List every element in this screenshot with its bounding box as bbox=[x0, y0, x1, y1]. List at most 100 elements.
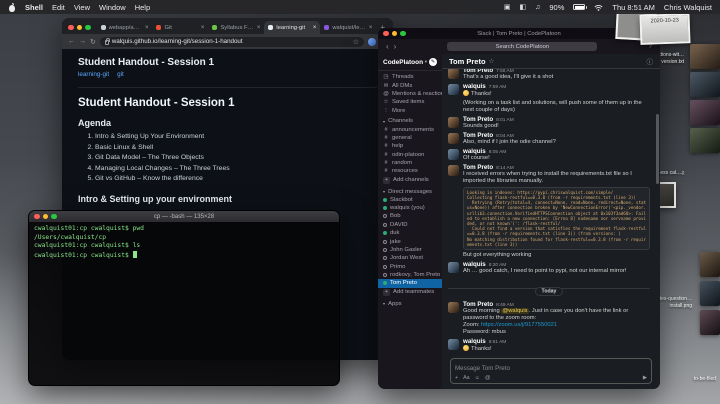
message-author[interactable]: walquis bbox=[463, 261, 486, 268]
tab-close-icon[interactable]: × bbox=[313, 25, 317, 31]
message-row[interactable]: Tom Preto 8:01 AM Sounds good! bbox=[448, 116, 650, 130]
sidebar-item-all-dms[interactable]: ✉ All DMs bbox=[378, 81, 442, 89]
zoom-link[interactable]: https://zoom.us/j/9177550021 bbox=[481, 322, 557, 328]
music-icon[interactable]: ♫ bbox=[535, 4, 540, 11]
sidebar-item-mentions[interactable]: @ Mentions & reactions bbox=[378, 90, 442, 98]
mention-icon[interactable]: @ bbox=[485, 375, 490, 381]
photo-thumbnail-dated[interactable]: 2020-10-23 bbox=[639, 13, 691, 45]
workspace-switcher[interactable]: CodePlatoon ▾ ✎ bbox=[378, 56, 442, 71]
message-row[interactable]: Tom Preto 8:14 AM I received errors when… bbox=[448, 164, 650, 185]
browser-tab[interactable]: Git × bbox=[152, 21, 208, 34]
repo-link[interactable]: learning-git bbox=[78, 71, 109, 78]
dm-item[interactable]: DAVID bbox=[378, 221, 442, 229]
history-back-icon[interactable]: ‹ bbox=[386, 42, 389, 51]
message-row[interactable]: walquis 8:51 AM Thanks! bbox=[448, 338, 650, 353]
message-author[interactable]: Tom Preto bbox=[463, 301, 493, 308]
avatar[interactable] bbox=[448, 339, 459, 350]
avatar[interactable] bbox=[448, 148, 459, 160]
send-icon[interactable]: ▶ bbox=[643, 375, 647, 381]
avatar[interactable] bbox=[448, 132, 459, 144]
menu-clock[interactable]: Thu 8:51 AM bbox=[612, 3, 655, 12]
keyboard-icon[interactable]: ◧ bbox=[520, 3, 527, 11]
message-row[interactable]: walquis 8:05 AM Of course! bbox=[448, 148, 650, 162]
minimize-button[interactable] bbox=[42, 213, 48, 220]
message-input[interactable] bbox=[455, 361, 647, 375]
date-divider[interactable]: Today bbox=[448, 279, 650, 297]
mention[interactable]: @walquis bbox=[501, 308, 529, 314]
dm-item[interactable]: Primo bbox=[378, 263, 442, 271]
menu-window[interactable]: Window bbox=[99, 3, 126, 12]
message-author[interactable]: walquis bbox=[463, 83, 486, 90]
apple-menu-icon[interactable] bbox=[8, 2, 16, 12]
message-row[interactable]: walquis 7:59 AM Thanks! bbox=[448, 83, 650, 98]
desktop-file-label[interactable]: to-be-filed bbox=[666, 376, 716, 383]
channel-item[interactable]: # announcements bbox=[378, 125, 442, 133]
tab-close-icon[interactable]: × bbox=[201, 25, 205, 31]
tab-close-icon[interactable]: × bbox=[257, 25, 261, 31]
message-author[interactable]: walquis bbox=[463, 338, 486, 345]
close-button[interactable] bbox=[34, 213, 40, 220]
message-author[interactable]: Tom Preto bbox=[463, 164, 493, 171]
message-row[interactable]: Tom Preto 8:04 AM Also, mind if I join t… bbox=[448, 132, 650, 146]
dm-item[interactable]: John Gasler bbox=[378, 246, 442, 254]
info-icon[interactable]: ⓘ bbox=[647, 56, 654, 66]
dm-item[interactable]: duk bbox=[378, 229, 442, 237]
history-forward-icon[interactable]: › bbox=[394, 42, 397, 51]
channel-item[interactable]: # resources bbox=[378, 167, 442, 175]
avatar[interactable] bbox=[448, 262, 459, 273]
tab-close-icon[interactable]: × bbox=[145, 25, 149, 31]
back-icon[interactable]: ← bbox=[68, 38, 75, 45]
minimize-button[interactable] bbox=[76, 24, 82, 30]
search-bar[interactable]: Search CodePlatoon bbox=[447, 42, 598, 51]
dm-item-selected[interactable]: Tom Preto bbox=[378, 279, 442, 288]
message-row[interactable]: Tom Preto 7:58 AM That's a good idea, I'… bbox=[448, 69, 650, 81]
browser-tab[interactable]: walquist/learning-git × bbox=[320, 21, 376, 34]
sidebar-item-threads[interactable]: ◳ Threads bbox=[378, 73, 442, 81]
dm-item[interactable]: jake bbox=[378, 237, 442, 245]
avatar[interactable] bbox=[448, 164, 459, 176]
message-row[interactable]: Tom Preto 8:49 AM Good morning @walquis.… bbox=[448, 301, 650, 336]
dms-section-header[interactable]: ▾ Direct messages bbox=[378, 185, 442, 196]
battery-icon[interactable] bbox=[573, 4, 588, 10]
dm-item[interactable]: Jordan West bbox=[378, 254, 442, 262]
dm-item[interactable]: rodkovy, Tom Preto bbox=[378, 271, 442, 279]
browser-tab-active[interactable]: learning-git × bbox=[264, 21, 321, 34]
channel-item[interactable]: # random bbox=[378, 159, 442, 167]
menu-edit[interactable]: Edit bbox=[52, 3, 65, 12]
forward-icon[interactable]: → bbox=[79, 38, 86, 45]
add-teammates-button[interactable]: + Add teammates bbox=[378, 288, 442, 297]
star-icon[interactable]: ☆ bbox=[489, 57, 495, 65]
display-icon[interactable]: ▣ bbox=[504, 3, 511, 11]
browser-tab[interactable]: webapp/app: A learning tool f… × bbox=[97, 21, 153, 34]
close-button[interactable] bbox=[68, 24, 74, 30]
address-bar[interactable]: walquis.github.io/learning-git/session-1… bbox=[99, 36, 364, 47]
compose-icon[interactable]: ✎ bbox=[429, 58, 437, 66]
wifi-icon[interactable] bbox=[594, 4, 603, 11]
zoom-button[interactable] bbox=[85, 24, 91, 30]
reload-icon[interactable]: ↻ bbox=[90, 38, 96, 46]
zoom-button[interactable] bbox=[51, 213, 57, 220]
message-author[interactable]: Tom Preto bbox=[463, 116, 493, 123]
message-author[interactable]: walquis bbox=[463, 148, 486, 155]
tab-close-icon[interactable]: × bbox=[369, 25, 373, 31]
channel-item[interactable]: # general bbox=[378, 134, 442, 142]
dm-item[interactable]: Slackbot bbox=[378, 196, 442, 204]
format-icon[interactable]: Aa bbox=[463, 375, 469, 381]
dm-item[interactable]: walquis (you) bbox=[378, 204, 442, 212]
menu-view[interactable]: View bbox=[74, 3, 90, 12]
avatar[interactable] bbox=[448, 69, 459, 79]
profile-avatar[interactable] bbox=[368, 37, 376, 46]
bookmark-star-icon[interactable]: ☆ bbox=[353, 38, 359, 46]
add-channels-button[interactable]: + Add channels bbox=[378, 176, 442, 185]
sidebar-item-more[interactable]: ⋮ More bbox=[378, 107, 442, 115]
terminal-content[interactable]: cwalquist01:cp cwalquist$ pwd /Users/cwa… bbox=[29, 222, 339, 385]
avatar[interactable] bbox=[448, 302, 459, 313]
menu-help[interactable]: Help bbox=[135, 3, 150, 12]
channels-section-header[interactable]: ▾ Channels bbox=[378, 115, 442, 126]
browser-tab[interactable]: Syllabus Fall Session 1 - GitH… × bbox=[208, 21, 264, 34]
avatar[interactable] bbox=[448, 83, 459, 95]
channel-item[interactable]: # odin-platoon bbox=[378, 151, 442, 159]
message-list[interactable]: coding aspect) on which they can collabo… bbox=[442, 69, 660, 355]
attach-plus-icon[interactable]: + bbox=[455, 375, 458, 381]
menu-shell[interactable]: Shell bbox=[25, 3, 43, 12]
